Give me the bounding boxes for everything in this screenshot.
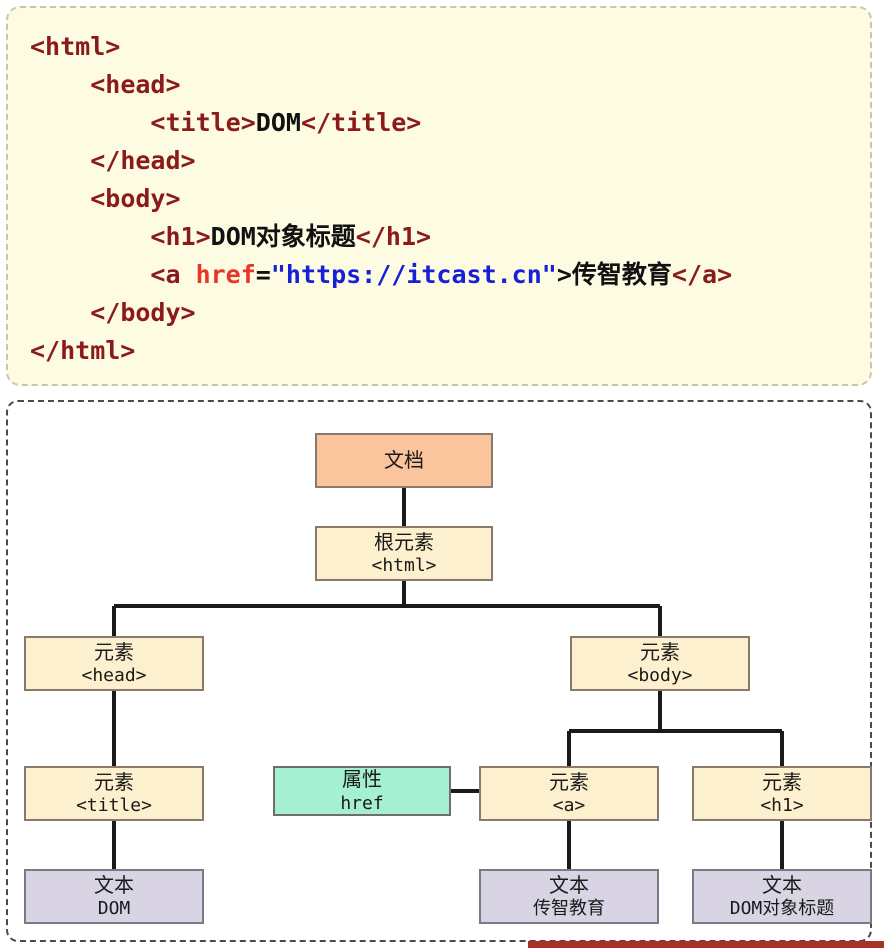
connector-vertical: [567, 731, 571, 766]
dom-node-root-html: 根元素 <html>: [315, 526, 493, 581]
dom-node-value-label: <title>: [76, 795, 152, 817]
code-token-str: "https://itcast.cn": [270, 260, 557, 289]
code-token-tag: </a>: [671, 260, 733, 289]
code-token-txt: 传智教育: [571, 260, 672, 289]
code-line: <title>DOM</title>: [30, 104, 848, 142]
dom-node-kind-label: 元素: [94, 769, 134, 794]
code-line: </html>: [30, 332, 848, 370]
dom-node-kind-label: 根元素: [374, 529, 434, 554]
connector-vertical: [112, 606, 116, 636]
code-line: <a href="https://itcast.cn">传智教育</a>: [30, 256, 848, 294]
code-token-tag: <title>: [150, 108, 256, 137]
connector-horizontal: [114, 604, 660, 608]
dom-node-el-title: 元素 <title>: [24, 766, 204, 821]
dom-node-kind-label: 文档: [384, 448, 424, 473]
code-token-tag: <h1>: [150, 222, 211, 251]
code-token-txt: DOM: [255, 108, 301, 137]
code-line: </head>: [30, 142, 848, 180]
connector-vertical: [658, 606, 662, 636]
dom-node-el-a: 元素 <a>: [479, 766, 659, 821]
code-token-tag: <body>: [90, 184, 181, 213]
code-token-tag: </title>: [300, 108, 422, 137]
connector-vertical: [780, 821, 784, 869]
dom-node-kind-label: 属性: [342, 767, 382, 792]
connector-vertical: [112, 821, 116, 869]
dom-node-kind-label: 元素: [640, 639, 680, 664]
dom-node-value-label: 传智教育: [533, 898, 605, 920]
code-line: <h1>DOM对象标题</h1>: [30, 218, 848, 256]
code-token-tag: <html>: [30, 32, 121, 61]
code-line: </body>: [30, 294, 848, 332]
code-token-tag: </head>: [90, 146, 196, 175]
code-token-tag: </h1>: [355, 222, 432, 251]
dom-node-el-h1: 元素 <h1>: [692, 766, 872, 821]
code-token-punct: =: [255, 260, 271, 289]
dom-node-value-label: <head>: [81, 665, 147, 687]
bottom-accent-bar: [528, 941, 884, 948]
code-token-tag: <a: [150, 260, 196, 289]
connector-horizontal: [569, 729, 782, 733]
dom-node-value-label: href: [340, 792, 384, 814]
code-line: <head>: [30, 66, 848, 104]
code-token-tag: </body>: [90, 298, 196, 327]
code-token-txt: DOM对象标题: [210, 222, 356, 251]
connector-vertical: [780, 731, 784, 766]
code-token-tag: <head>: [90, 70, 181, 99]
code-line: <html>: [30, 28, 848, 66]
dom-node-kind-label: 文本: [94, 872, 134, 897]
connector-vertical: [112, 691, 116, 766]
dom-node-attr-href: 属性 href: [273, 766, 451, 816]
connector-vertical: [402, 488, 406, 526]
connector-vertical: [402, 581, 406, 606]
dom-node-kind-label: 元素: [549, 769, 589, 794]
code-panel: <html> <head> <title>DOM</title> </head>…: [6, 6, 872, 386]
dom-node-value-label: <body>: [627, 665, 693, 687]
dom-node-kind-label: 文本: [762, 872, 802, 897]
code-token-attr: href: [195, 260, 256, 289]
dom-node-text-itcast: 文本 传智教育: [479, 869, 659, 924]
dom-node-el-head: 元素 <head>: [24, 636, 204, 691]
connector-vertical: [567, 821, 571, 869]
dom-tree-canvas: 文档 根元素 <html> 元素 <head> 元素 <body> 元素 <title> 属性 hr…: [8, 402, 874, 944]
dom-node-el-body: 元素 <body>: [570, 636, 750, 691]
dom-node-text-title: 文本 DOM对象标题: [692, 869, 872, 924]
html-source-code: <html> <head> <title>DOM</title> </head>…: [30, 28, 848, 370]
dom-node-kind-label: 文本: [549, 872, 589, 897]
dom-node-value-label: <a>: [552, 795, 586, 817]
code-token-tag: </html>: [30, 336, 136, 365]
dom-node-document: 文档: [315, 433, 493, 488]
code-token-punct: >: [556, 260, 572, 289]
dom-node-value-label: DOM: [97, 898, 131, 920]
dom-node-value-label: DOM对象标题: [729, 898, 835, 920]
dom-node-kind-label: 元素: [762, 769, 802, 794]
dom-node-value-label: <html>: [371, 555, 437, 577]
dom-node-value-label: <h1>: [760, 795, 804, 817]
connector-vertical: [658, 691, 662, 731]
dom-node-kind-label: 元素: [94, 639, 134, 664]
dom-tree-panel: 文档 根元素 <html> 元素 <head> 元素 <body> 元素 <title> 属性 hr…: [6, 400, 872, 942]
dom-node-text-dom: 文本 DOM: [24, 869, 204, 924]
connector-horizontal: [451, 789, 479, 793]
code-line: <body>: [30, 180, 848, 218]
